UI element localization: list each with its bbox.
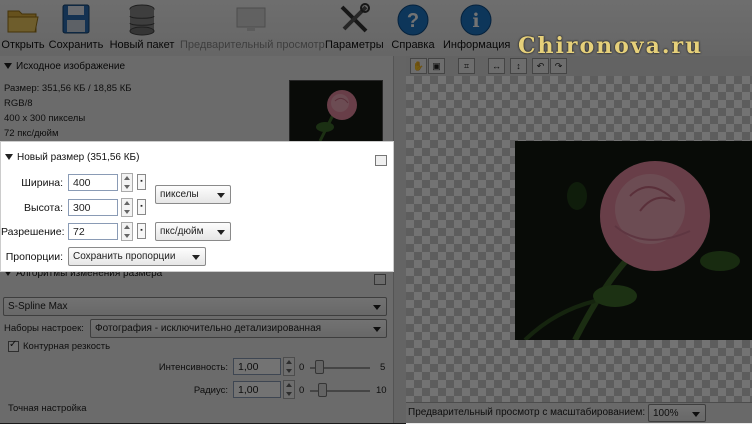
preview-label: Предварительный просмотр <box>180 39 325 51</box>
width-label: Ширина: <box>21 177 63 189</box>
open-button[interactable]: Открыть <box>0 0 46 56</box>
svg-text:i: i <box>472 10 479 32</box>
presets-value: Фотография - исключительно детализирован… <box>95 323 322 334</box>
source-section-header[interactable]: Исходное изображение <box>4 61 125 72</box>
intensity-min: 0 <box>299 362 305 373</box>
settings-button[interactable]: Параметры <box>325 0 384 56</box>
radius-spinner[interactable] <box>283 380 295 399</box>
radius-min: 0 <box>299 385 305 396</box>
chevron-down-icon <box>217 230 225 235</box>
save-button[interactable]: Сохранить <box>48 0 104 56</box>
folder-open-icon <box>7 10 39 33</box>
rose-thumbnail-image <box>290 81 382 144</box>
source-dimensions: 400 x 300 пикселы <box>4 113 86 124</box>
floppy-disk-icon <box>62 4 90 34</box>
chevron-down-icon <box>373 327 381 332</box>
units-select[interactable]: пикселы <box>155 185 231 204</box>
resolution-spinner[interactable] <box>121 222 133 241</box>
database-stack-icon <box>129 4 155 36</box>
intensity-max: 5 <box>380 362 386 373</box>
help-button[interactable]: ? Справка <box>388 0 438 56</box>
units-value: пикселы <box>160 189 199 200</box>
proportions-value: Сохранить пропорции <box>73 251 176 262</box>
zoom-value: 100% <box>653 408 679 419</box>
sharpness-checkbox[interactable]: Контурная резкость <box>8 339 111 353</box>
width-spinner[interactable] <box>121 173 133 192</box>
link-icon[interactable]: ▪ <box>137 223 146 239</box>
collapse-button[interactable] <box>375 155 387 166</box>
intensity-slider-thumb[interactable] <box>315 360 324 374</box>
rotate-left-icon[interactable]: ↶ <box>532 58 549 74</box>
help-icon: ? <box>397 4 429 36</box>
width-input[interactable]: 400 <box>68 174 118 191</box>
resolution-units-select[interactable]: пкс/дюйм <box>155 222 231 241</box>
chevron-down-icon <box>692 412 700 417</box>
radius-slider-thumb[interactable] <box>318 383 327 397</box>
new-size-header-label: Новый размер (351,56 КБ) <box>17 152 140 163</box>
settings-label: Параметры <box>325 39 384 51</box>
watermark-logo: Chironova.ru <box>518 33 704 59</box>
fine-tune-header[interactable]: Точная настройка <box>8 403 87 414</box>
chevron-down-icon <box>217 193 225 198</box>
zoom-fit-icon[interactable]: ▣ <box>428 58 445 74</box>
height-input[interactable]: 300 <box>68 199 118 216</box>
pan-tool-icon[interactable]: ✋ <box>410 58 427 74</box>
height-spinner[interactable] <box>121 198 133 217</box>
intensity-input[interactable]: 1,00 <box>233 358 281 375</box>
intensity-spinner[interactable] <box>283 357 295 376</box>
collapse-triangle-icon <box>4 63 12 70</box>
save-label: Сохранить <box>48 39 104 51</box>
info-button[interactable]: i Информация <box>443 0 511 56</box>
source-header-label: Исходное изображение <box>16 61 126 72</box>
link-icon[interactable]: ▪ <box>137 174 146 190</box>
crop-icon[interactable]: ⌗ <box>458 58 475 74</box>
preview-status-bar: Предварительный просмотр с масштабирован… <box>406 402 752 424</box>
source-mode: RGB/8 <box>4 98 33 109</box>
source-thumbnail <box>289 80 383 145</box>
presets-label: Наборы настроек: <box>4 323 84 334</box>
resolution-label: Разрешение: <box>1 226 65 238</box>
preview-screen-icon <box>236 7 266 31</box>
resolution-units-value: пкс/дюйм <box>160 226 204 237</box>
height-label: Высота: <box>24 202 63 214</box>
open-label: Открыть <box>1 39 45 51</box>
zoom-select[interactable]: 100% <box>648 404 706 422</box>
rotate-right-icon[interactable]: ↷ <box>550 58 567 74</box>
chevron-down-icon <box>373 305 381 310</box>
source-size: Размер: 351,56 КБ / 18,85 КБ <box>4 83 132 94</box>
source-dpi: 72 пкс/дюйм <box>4 128 59 139</box>
svg-text:?: ? <box>407 10 419 32</box>
radius-max: 10 <box>376 385 387 396</box>
resolution-input[interactable]: 72 <box>68 223 118 240</box>
presets-select[interactable]: Фотография - исключительно детализирован… <box>90 319 387 338</box>
info-label: Информация <box>443 39 511 51</box>
new-size-header[interactable]: Новый размер (351,56 КБ) <box>5 152 139 163</box>
new-size-section: Новый размер (351,56 КБ) Ширина: 400 ▪ п… <box>0 141 394 272</box>
collapse-button[interactable] <box>374 274 386 285</box>
sharpness-label: Контурная резкость <box>23 341 111 353</box>
info-icon: i <box>460 4 492 36</box>
link-icon[interactable]: ▪ <box>137 199 146 215</box>
proportions-label: Пропорции: <box>5 251 63 263</box>
checkbox-icon <box>8 339 19 352</box>
help-label: Справка <box>391 39 435 51</box>
tools-icon <box>340 3 370 33</box>
radius-input[interactable]: 1,00 <box>233 381 281 398</box>
method-value: S-Spline Max <box>8 301 68 312</box>
zoom-label: Предварительный просмотр с масштабирован… <box>408 407 646 418</box>
new-batch-label: Новый пакет <box>109 39 175 51</box>
new-batch-button[interactable]: Новый пакет <box>108 0 176 56</box>
intensity-label: Интенсивность: <box>158 362 228 373</box>
fit-height-icon[interactable]: ↕ <box>510 58 527 74</box>
chevron-down-icon <box>192 255 200 260</box>
collapse-triangle-icon <box>5 154 13 161</box>
radius-label: Радиус: <box>193 385 228 396</box>
rose-preview-image <box>515 141 752 340</box>
method-select[interactable]: S-Spline Max <box>3 297 387 316</box>
preview-button[interactable]: Предварительный просмотр <box>180 0 325 56</box>
proportions-select[interactable]: Сохранить пропорции <box>68 247 206 266</box>
left-panel-scrollbar[interactable] <box>393 56 406 423</box>
fit-width-icon[interactable]: ↔ <box>488 58 505 74</box>
